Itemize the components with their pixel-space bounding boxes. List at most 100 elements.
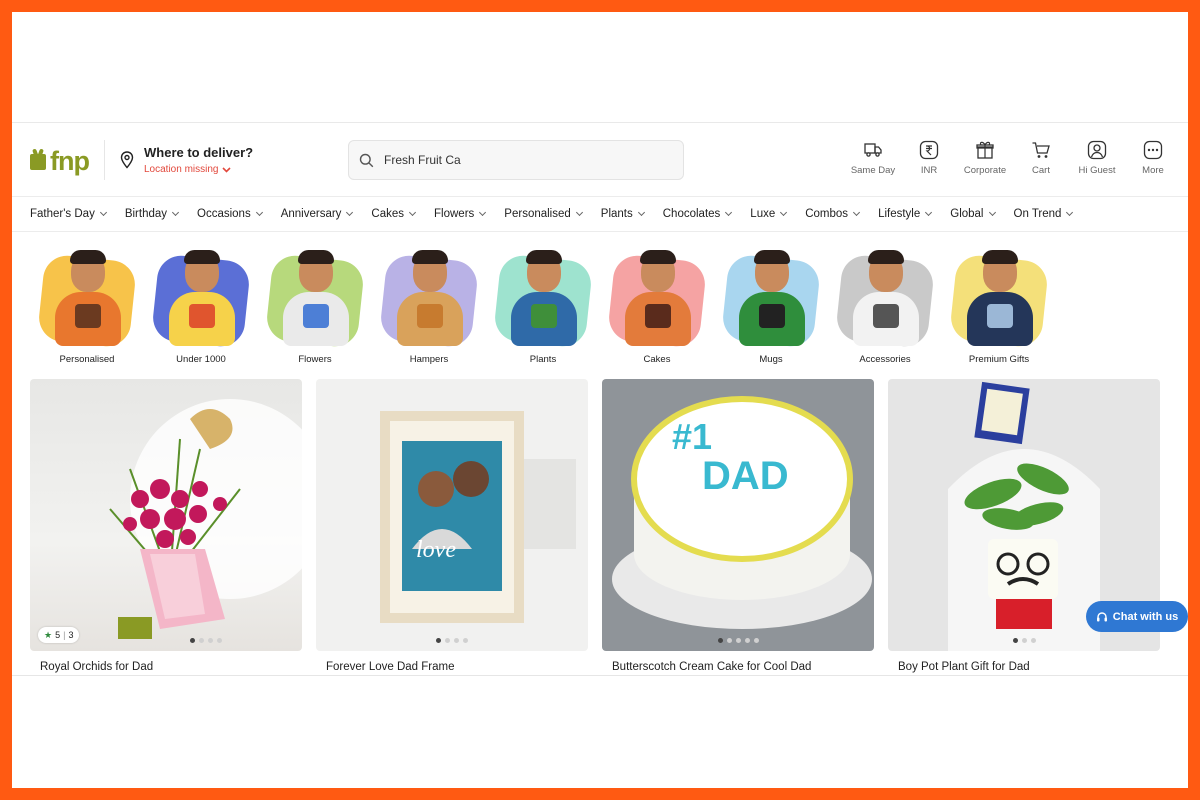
truck-icon bbox=[863, 140, 883, 160]
search-bar[interactable] bbox=[348, 140, 684, 180]
same-day-label: Same Day bbox=[850, 165, 896, 176]
carousel-dot[interactable] bbox=[199, 638, 204, 643]
nav-item-label: Personalised bbox=[504, 208, 571, 220]
chevron-down-icon bbox=[255, 208, 263, 217]
user-icon bbox=[1087, 140, 1107, 160]
category-label: Mugs bbox=[759, 354, 783, 365]
carousel-dot[interactable] bbox=[436, 638, 441, 643]
nav-item-on-trend[interactable]: On Trend bbox=[1014, 208, 1074, 220]
carousel-dot[interactable] bbox=[1021, 638, 1027, 643]
product-title[interactable]: Butterscotch Cream Cake for Cool Dad bbox=[602, 661, 874, 673]
page-frame: fnp Where to deliver? Location missing F… bbox=[12, 12, 1188, 788]
nav-item-global[interactable]: Global bbox=[950, 208, 996, 220]
currency-label: INR bbox=[920, 165, 938, 176]
nav-item-fathers-day[interactable]: Father's Day bbox=[30, 208, 107, 220]
category-label: Under 1000 bbox=[176, 354, 226, 365]
carousel-dot[interactable] bbox=[1030, 638, 1036, 643]
cart-label: Cart bbox=[1032, 165, 1050, 176]
nav-item-flowers[interactable]: Flowers bbox=[434, 208, 487, 220]
same-day-button[interactable]: Same Day bbox=[840, 140, 906, 176]
carousel-dot[interactable] bbox=[1012, 638, 1018, 643]
account-button[interactable]: Hi Guest bbox=[1064, 140, 1130, 176]
product-card[interactable]: love Forever Love Dad Frame bbox=[316, 379, 588, 673]
cart-button[interactable]: Cart bbox=[1018, 140, 1064, 176]
product-image[interactable]: ★ 5 | 3 bbox=[30, 379, 302, 651]
carousel-dot[interactable] bbox=[744, 638, 750, 643]
product-image[interactable]: DAD #1 bbox=[602, 379, 874, 651]
headset-icon bbox=[1096, 611, 1107, 621]
category-under-1000[interactable]: Under 1000 bbox=[144, 248, 258, 365]
corporate-label: Corporate bbox=[963, 165, 1007, 176]
carousel-dot[interactable] bbox=[445, 638, 450, 643]
category-label: Flowers bbox=[298, 354, 332, 365]
nav-item-personalised[interactable]: Personalised bbox=[504, 208, 583, 220]
cart-icon bbox=[1031, 140, 1051, 160]
more-button[interactable]: More bbox=[1130, 140, 1176, 176]
chevron-down-icon bbox=[925, 208, 933, 217]
nav-item-label: Combos bbox=[805, 208, 849, 220]
logo-icon bbox=[30, 153, 46, 170]
category-label: Cakes bbox=[643, 354, 671, 365]
product-title[interactable]: Boy Pot Plant Gift for Dad bbox=[888, 661, 1160, 673]
nav-item-chocolates[interactable]: Chocolates bbox=[662, 208, 733, 220]
carousel-dots bbox=[888, 638, 1160, 643]
chat-button[interactable]: Chat with us bbox=[1086, 601, 1188, 632]
corporate-button[interactable]: Corporate bbox=[952, 140, 1018, 176]
category-cakes[interactable]: Cakes bbox=[600, 248, 714, 365]
product-card[interactable]: DAD #1 Butterscotch Cream Cake for Cool … bbox=[602, 379, 874, 673]
carousel-dot[interactable] bbox=[190, 638, 195, 643]
nav-item-label: Chocolates bbox=[662, 208, 721, 220]
nav-item-plants[interactable]: Plants bbox=[601, 208, 645, 220]
nav-item-combos[interactable]: Combos bbox=[805, 208, 861, 220]
nav-item-occasions[interactable]: Occasions bbox=[197, 208, 263, 220]
category-personalised[interactable]: Personalised bbox=[30, 248, 144, 365]
svg-text:DAD: DAD bbox=[702, 454, 789, 498]
nav-item-lifestyle[interactable]: Lifestyle bbox=[878, 208, 933, 220]
category-label: Premium Gifts bbox=[968, 354, 1030, 365]
chevron-down-icon bbox=[853, 208, 861, 217]
carousel-dot[interactable] bbox=[717, 638, 723, 643]
category-premium-gifts[interactable]: Premium Gifts bbox=[942, 248, 1056, 365]
chevron-down-icon bbox=[575, 208, 583, 217]
location-pin-icon bbox=[120, 151, 134, 175]
nav-item-label: Birthday bbox=[124, 208, 168, 220]
fnp-logo[interactable]: fnp bbox=[30, 146, 90, 177]
category-image bbox=[378, 248, 480, 352]
currency-button[interactable]: INR bbox=[906, 140, 952, 176]
carousel-dot[interactable] bbox=[735, 638, 741, 643]
carousel-dot[interactable] bbox=[753, 638, 759, 643]
product-image[interactable]: love bbox=[316, 379, 588, 651]
nav-item-cakes[interactable]: Cakes bbox=[371, 208, 417, 220]
category-flowers[interactable]: Flowers bbox=[258, 248, 372, 365]
carousel-dot[interactable] bbox=[454, 638, 459, 643]
chevron-down-icon bbox=[479, 208, 487, 217]
carousel-dot[interactable] bbox=[217, 638, 222, 643]
star-icon: ★ bbox=[44, 629, 53, 640]
product-title[interactable]: Forever Love Dad Frame bbox=[316, 661, 588, 673]
chevron-down-icon bbox=[222, 166, 232, 173]
svg-text:love: love bbox=[416, 537, 456, 563]
product-card[interactable]: ★ 5 | 3 Royal Orchids for Dad bbox=[30, 379, 302, 673]
location-selector[interactable]: Where to deliver? Location missing bbox=[120, 145, 253, 175]
carousel-dot[interactable] bbox=[463, 638, 468, 643]
product-title[interactable]: Royal Orchids for Dad bbox=[30, 661, 302, 673]
nav-item-label: Lifestyle bbox=[878, 208, 921, 220]
chevron-down-icon bbox=[780, 208, 788, 217]
category-plants[interactable]: Plants bbox=[486, 248, 600, 365]
category-mugs[interactable]: Mugs bbox=[714, 248, 828, 365]
carousel-dot[interactable] bbox=[726, 638, 732, 643]
category-hampers[interactable]: Hampers bbox=[372, 248, 486, 365]
carousel-dot[interactable] bbox=[208, 638, 213, 643]
location-status[interactable]: Location missing bbox=[144, 164, 253, 175]
search-input[interactable] bbox=[384, 153, 654, 167]
nav-item-anniversary[interactable]: Anniversary bbox=[281, 208, 354, 220]
chevron-down-icon bbox=[346, 208, 354, 217]
nav-item-luxe[interactable]: Luxe bbox=[750, 208, 788, 220]
nav-item-birthday[interactable]: Birthday bbox=[124, 208, 180, 220]
category-image bbox=[36, 248, 138, 352]
category-accessories[interactable]: Accessories bbox=[828, 248, 942, 365]
chevron-down-icon bbox=[988, 208, 996, 217]
category-image bbox=[720, 248, 822, 352]
nav-item-label: Occasions bbox=[197, 208, 251, 220]
category-label: Accessories bbox=[859, 354, 911, 365]
